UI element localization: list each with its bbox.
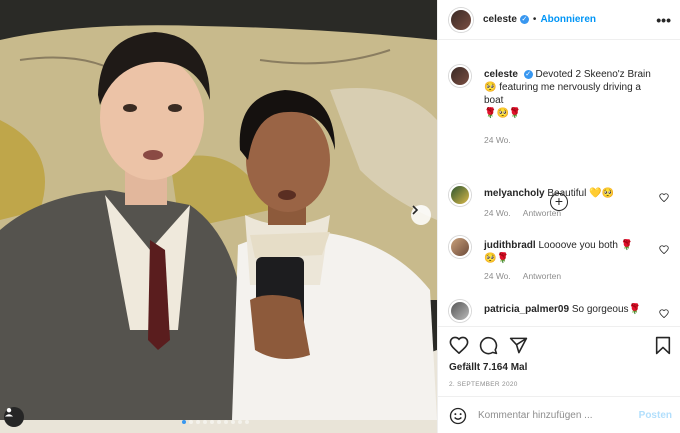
carousel-dot[interactable] xyxy=(189,420,193,424)
caption-emoji-line: 🌹🥺🌹 xyxy=(484,108,522,119)
carousel-dot[interactable] xyxy=(217,420,221,424)
comment-username[interactable]: patricia_palmer09 xyxy=(484,304,569,315)
comment-composer: Posten xyxy=(438,396,680,433)
post-side-panel: celeste ✓ • Abonnieren ••• celeste ✓ Dev… xyxy=(437,0,680,433)
verified-badge-icon: ✓ xyxy=(523,69,533,79)
caption-avatar[interactable] xyxy=(449,65,471,87)
carousel-dot[interactable] xyxy=(182,420,186,424)
comment-bubble-icon[interactable] xyxy=(479,336,498,355)
heart-icon[interactable] xyxy=(449,336,469,354)
carousel-dot[interactable] xyxy=(203,420,207,424)
carousel-dot[interactable] xyxy=(224,420,228,424)
comment-username[interactable]: judithbradl xyxy=(484,240,536,251)
carousel-dot[interactable] xyxy=(210,420,214,424)
comment-username[interactable]: melyancholy xyxy=(484,188,545,199)
post-photo[interactable] xyxy=(0,0,437,433)
paper-plane-icon[interactable] xyxy=(509,336,528,355)
separator-dot: • xyxy=(532,14,537,25)
comment-avatar[interactable] xyxy=(449,300,471,322)
smiley-icon[interactable] xyxy=(449,407,467,425)
more-options-button[interactable]: ••• xyxy=(656,12,671,28)
comment-text: So gorgeous🌹 xyxy=(571,304,642,315)
comment-time[interactable]: 24 Wo. xyxy=(484,207,511,220)
verified-badge-icon: ✓ xyxy=(519,15,529,24)
comments-list[interactable]: celeste ✓ Devoted 2 Skeeno'z Brain 🥺 fea… xyxy=(438,48,680,328)
comment-like-heart-icon[interactable] xyxy=(659,309,669,318)
reply-button[interactable]: Antworten xyxy=(523,207,561,220)
carousel-dot[interactable] xyxy=(196,420,200,424)
user-tag-icon xyxy=(5,408,13,417)
post-comment-button[interactable]: Posten xyxy=(639,410,672,421)
carousel-dot[interactable] xyxy=(245,420,249,424)
post-date[interactable]: 2. SEPTEMBER 2020 xyxy=(449,381,518,388)
author-avatar[interactable] xyxy=(449,7,473,32)
post-header: celeste ✓ • Abonnieren ••• xyxy=(438,0,680,40)
comment-text-line2: 🥺🌹 xyxy=(484,253,509,264)
likes-count[interactable]: Gefällt 7.164 Mal xyxy=(449,362,527,373)
carousel-dot[interactable] xyxy=(231,420,235,424)
caption-username[interactable]: celeste xyxy=(484,69,518,80)
comment-avatar[interactable] xyxy=(449,184,471,206)
comment-text: Beautiful 💛🥺 xyxy=(547,188,614,199)
comment-time[interactable]: 24 Wo. xyxy=(484,270,511,283)
photo-illustration xyxy=(0,0,437,433)
tagged-users-button[interactable] xyxy=(4,407,24,427)
comment-text: Loooove you both 🌹 xyxy=(538,240,634,251)
carousel-dots xyxy=(182,420,249,424)
comment-like-heart-icon[interactable] xyxy=(659,193,669,202)
follow-button[interactable]: Abonnieren xyxy=(540,14,596,25)
comment-like-heart-icon[interactable] xyxy=(659,245,669,254)
chevron-right-icon xyxy=(412,205,419,215)
next-image-button[interactable] xyxy=(411,205,431,225)
comment-avatar[interactable] xyxy=(449,236,471,258)
reply-button[interactable]: Antworten xyxy=(523,270,561,283)
comment-input[interactable] xyxy=(478,406,628,424)
post-actions: Gefällt 7.164 Mal 2. SEPTEMBER 2020 xyxy=(438,326,680,396)
caption-time[interactable]: 24 Wo. xyxy=(484,134,511,147)
bookmark-icon[interactable] xyxy=(655,336,671,355)
carousel-dot[interactable] xyxy=(238,420,242,424)
author-username[interactable]: celeste xyxy=(483,14,517,25)
